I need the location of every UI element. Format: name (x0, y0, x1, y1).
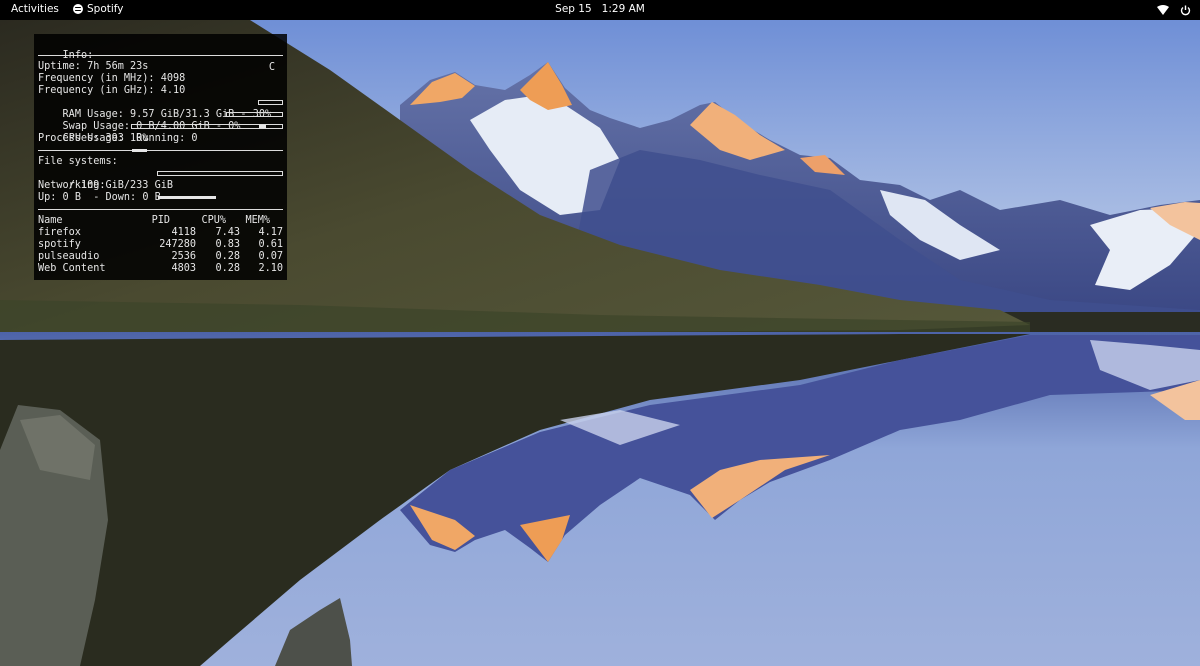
system-tray[interactable] (1155, 2, 1193, 18)
filesystems-label: File systems: (38, 156, 118, 167)
net-up-value: 0 B (62, 192, 81, 203)
freq-mhz-value: 4098 (160, 73, 186, 84)
clock-date: Sep 15 (555, 3, 592, 15)
clock: Sep 15 1:29 AM (0, 3, 1200, 15)
ram-usage-bar (258, 100, 283, 128)
table-row: spotify 247280 0.83 0.61 (38, 239, 283, 251)
process-pid: 247280 (159, 239, 196, 250)
process-cpu: 0.83 (215, 239, 240, 250)
table-row: pulseaudio 2536 0.28 0.07 (38, 251, 283, 263)
process-table: firefox 4118 7.43 4.17 spotify 247280 0.… (38, 227, 283, 275)
process-mem: 0.07 (258, 251, 283, 262)
process-name: pulseaudio (38, 251, 100, 262)
system-info-widget: Info: C Uptime: 7h 56m 23s Frequency (in… (34, 34, 287, 280)
process-name: firefox (38, 227, 81, 238)
process-name: Web Content (38, 263, 106, 274)
uptime-value: 7h 56m 23s (87, 61, 149, 72)
process-cpu: 7.43 (215, 227, 240, 238)
processes-label: Processes: (38, 133, 100, 144)
process-mem: 4.17 (258, 227, 283, 238)
cpu-usage-bar (131, 124, 283, 152)
process-mem: 2.10 (258, 263, 283, 274)
net-up-label: Up: (38, 192, 57, 203)
spotify-icon (73, 4, 83, 14)
process-cpu: 0.28 (215, 251, 240, 262)
col-name-header: Name (38, 215, 63, 226)
cpu-usage-fill (132, 149, 147, 152)
table-row: Web Content 4803 0.28 2.10 (38, 263, 283, 275)
fs-usage-bar (157, 171, 283, 199)
freq-mhz-label: Frequency (in MHz): (38, 73, 155, 84)
running-value: 0 (191, 133, 198, 144)
filesystem-root-row: / 109 GiB/233 GiB (38, 168, 283, 199)
ram-row: RAM Usage: 9.57 GiB/31.3 GiB - 30% (38, 97, 283, 128)
net-down-label: - Down: (93, 192, 137, 203)
process-cpu: 0.28 (215, 263, 240, 274)
swap-usage-bar (226, 112, 283, 117)
networking-label: Networking: (38, 180, 106, 191)
running-label: Running: (136, 133, 186, 144)
info-header: Info: C (38, 38, 283, 73)
networking-row: Up: 0 B - Down: 0 B (38, 192, 283, 204)
swap-row: Swap Usage: 0 B/4.00 GiB - 0% (38, 109, 283, 132)
wifi-icon[interactable] (1155, 2, 1171, 18)
freq-ghz-row: Frequency (in GHz): 4.10 (38, 85, 283, 97)
process-pid: 2536 (171, 251, 196, 262)
table-row: firefox 4118 7.43 4.17 (38, 227, 283, 239)
process-name: spotify (38, 239, 81, 250)
info-title: Info: (62, 50, 94, 61)
power-icon[interactable] (1177, 2, 1193, 18)
process-mem: 0.61 (258, 239, 283, 250)
date-time-button[interactable]: Sep 15 1:29 AM (555, 3, 645, 15)
top-bar: Activities Spotify Sep 15 1:29 AM (0, 0, 1200, 20)
process-pid: 4803 (171, 263, 196, 274)
uptime-row: Uptime: 7h 56m 23s (38, 61, 283, 73)
activities-button[interactable]: Activities (11, 3, 59, 15)
processes-row: Processes: 393 Running: 0 (38, 133, 283, 145)
cpu-row: CPU Usage: 10% (38, 121, 283, 152)
freq-ghz-label: Frequency (in GHz): (38, 85, 155, 96)
app-menu[interactable]: Spotify (73, 3, 124, 15)
uptime-label: Uptime: (38, 61, 81, 72)
app-menu-label: Spotify (87, 3, 124, 15)
clock-time: 1:29 AM (601, 3, 645, 15)
freq-ghz-value: 4.10 (160, 85, 186, 96)
process-pid: 4118 (171, 227, 196, 238)
net-down-value: 0 B (142, 192, 161, 203)
processes-value: 393 (105, 133, 124, 144)
freq-mhz-row: Frequency (in MHz): 4098 (38, 73, 283, 85)
